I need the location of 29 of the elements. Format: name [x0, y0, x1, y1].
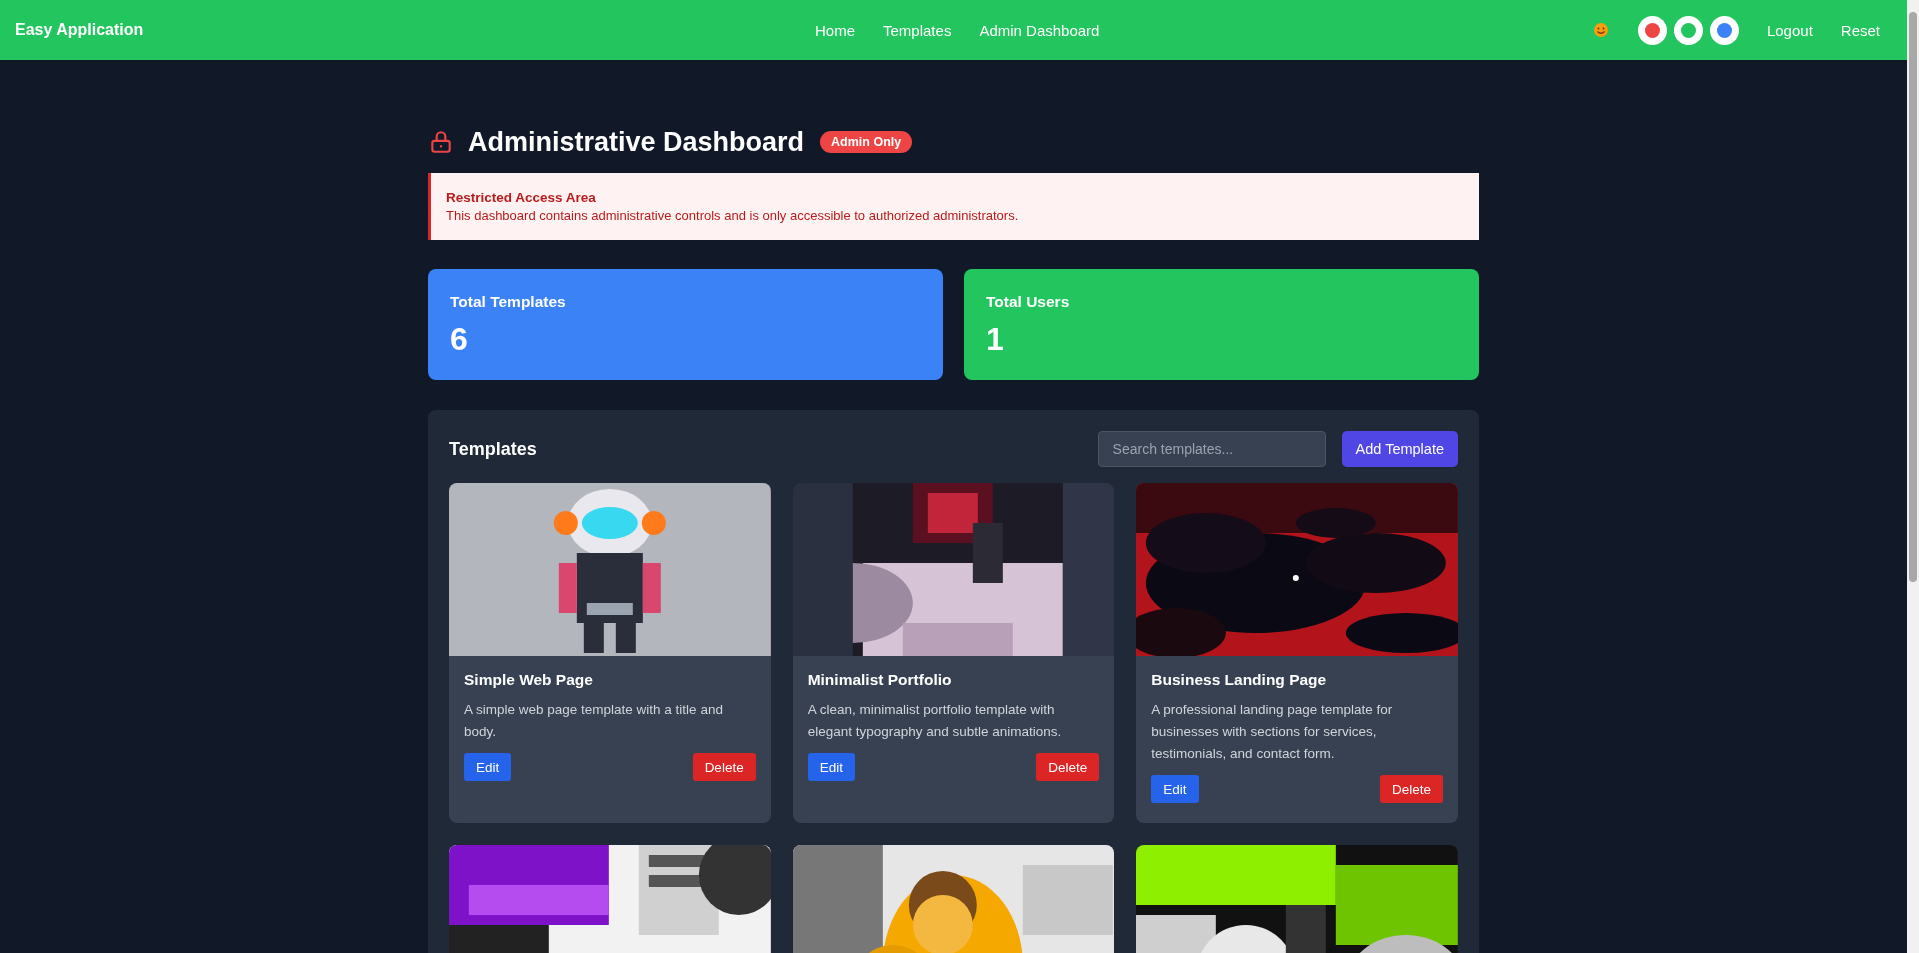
stat-value: 6	[450, 321, 469, 358]
section-title: Templates	[449, 438, 537, 460]
edit-button[interactable]: Edit	[1151, 775, 1199, 803]
edit-button[interactable]: Edit	[807, 753, 855, 781]
theme-color-button[interactable]	[1637, 15, 1667, 45]
lock-icon	[428, 129, 454, 155]
edit-button[interactable]: Edit	[464, 753, 512, 781]
search-field[interactable]: Search templates...	[1097, 431, 1326, 467]
card-description: A professional landing page template for businesses with sections for services, testimonials, and contact form.	[1151, 701, 1394, 763]
stat-label: Total Users	[986, 293, 1071, 311]
smiley-icon[interactable]	[1592, 22, 1609, 38]
card-title: Simple Web Page	[464, 671, 594, 689]
delete-button[interactable]: Delete	[1036, 753, 1100, 781]
alert-message: This dashboard contains administrative controls and is only accessible to authorized administrators.	[446, 208, 1020, 223]
scrollbar[interactable]	[1907, 0, 1919, 953]
admin-badge: Admin Only	[820, 131, 913, 153]
alert-title: Restricted Access Area	[446, 190, 597, 205]
card-title: Minimalist Portfolio	[807, 671, 953, 689]
add-template-button[interactable]: Add Template	[1341, 431, 1458, 467]
card-description: A clean, minimalist portfolio template with elegant typography and subtle animations.	[807, 701, 1063, 741]
theme-color-button[interactable]	[1709, 15, 1739, 45]
delete-button[interactable]: Delete	[692, 753, 756, 781]
stat-label: Total Templates	[450, 293, 567, 311]
card-description: A simple web page template with a title and body.	[464, 701, 724, 741]
stat-value: 1	[986, 321, 1005, 358]
page-title: Administrative Dashboard	[468, 126, 805, 158]
card-title: Business Landing Page	[1151, 671, 1328, 689]
delete-button[interactable]: Delete	[1379, 775, 1443, 803]
theme-color-button[interactable]	[1673, 15, 1703, 45]
